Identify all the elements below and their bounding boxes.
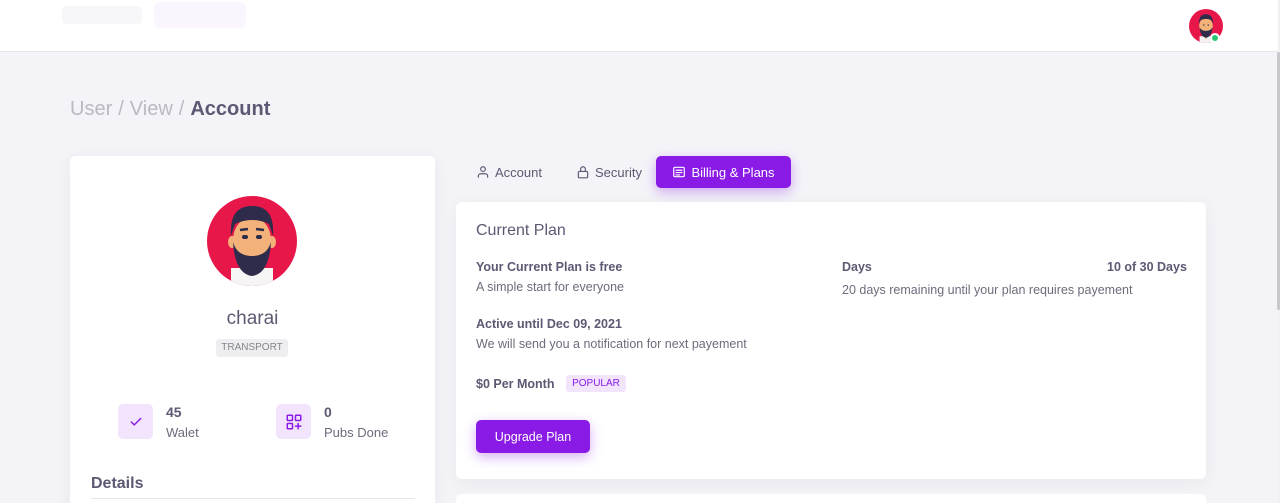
breadcrumb-item-user[interactable]: User [70, 98, 112, 120]
user-profile-card: charai TRANSPORT 45 Walet 0 Pubs Done De… [70, 156, 435, 503]
days-remaining-text: 20 days remaining until your plan requir… [842, 283, 1133, 297]
tab-label: Billing & Plans [691, 164, 775, 180]
tab-security[interactable]: Security [560, 156, 658, 188]
tab-label: Security [595, 164, 642, 180]
stat-pubs-done: 0 Pubs Done [276, 404, 388, 440]
profile-name: charai [226, 308, 279, 329]
stat-label: Walet [166, 425, 199, 440]
divider [91, 498, 415, 499]
upgrade-plan-button[interactable]: Upgrade Plan [476, 420, 590, 453]
card-title: Current Plan [476, 222, 566, 239]
breadcrumb-separator: / [178, 98, 185, 120]
next-card [456, 494, 1206, 503]
navbar-placeholder [62, 6, 142, 24]
stat-value: 0 [324, 404, 332, 420]
details-heading: Details [91, 475, 144, 492]
lock-icon [577, 166, 589, 179]
role-badge: TRANSPORT [216, 339, 288, 357]
stat-label: Pubs Done [324, 425, 389, 440]
stat-walet: 45 Walet [118, 404, 199, 440]
tab-label: Account [495, 164, 542, 180]
grid-plus-icon [276, 404, 311, 439]
bookmark-icon [673, 166, 686, 178]
days-value: 10 of 30 Days [1107, 260, 1187, 274]
active-until-heading: Active until Dec 09, 2021 [476, 317, 622, 331]
plan-price: $0 Per Month [476, 377, 555, 391]
stat-value: 45 [166, 404, 182, 420]
top-navbar [0, 0, 1278, 52]
active-until-description: We will send you a notification for next… [476, 337, 747, 351]
online-status-dot [1210, 33, 1220, 43]
breadcrumb-current: Account [190, 98, 271, 120]
current-plan-card: Current Plan Your Current Plan is free A… [456, 202, 1206, 479]
tab-account[interactable]: Account [460, 156, 558, 188]
user-icon [477, 166, 489, 178]
days-label: Days [842, 260, 872, 274]
current-plan-heading: Your Current Plan is free [476, 260, 623, 274]
check-icon [118, 404, 153, 439]
breadcrumb-item-view[interactable]: View [130, 98, 173, 120]
navbar-placeholder-button [154, 2, 246, 28]
profile-avatar [207, 196, 297, 286]
breadcrumb: User / View / Account [70, 98, 270, 121]
tab-billing-plans[interactable]: Billing & Plans [656, 156, 791, 188]
popular-badge: POPULAR [566, 375, 626, 392]
breadcrumb-separator: / [118, 98, 124, 120]
current-plan-description: A simple start for everyone [476, 280, 624, 294]
